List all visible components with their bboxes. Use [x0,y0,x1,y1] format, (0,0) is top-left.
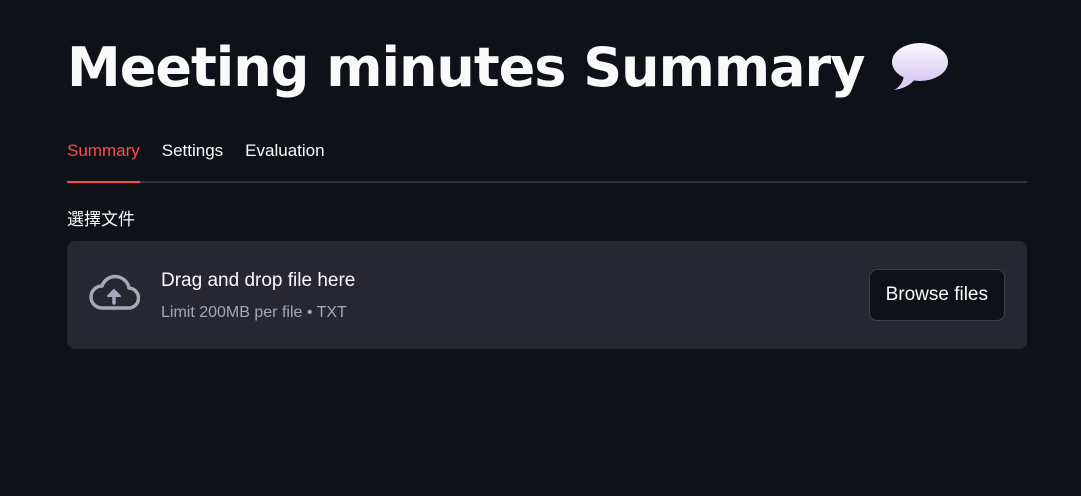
tab-bar: Summary Settings Evaluation [67,135,1027,183]
file-uploader-label: 選擇文件 [67,210,135,230]
tab-settings[interactable]: Settings [162,135,223,181]
dropzone-limit-text: Limit 200MB per file • TXT [161,304,347,321]
title-row: Meeting minutes Summary [67,34,950,102]
dropzone-instructions: Drag and drop file here Limit 200MB per … [161,267,355,325]
speech-bubble-icon [890,40,950,92]
file-dropzone[interactable]: Drag and drop file here Limit 200MB per … [67,241,1027,349]
browse-files-button[interactable]: Browse files [868,269,1005,321]
dropzone-primary-text: Drag and drop file here [161,270,356,291]
tab-evaluation[interactable]: Evaluation [245,135,324,181]
cloud-upload-icon [88,274,141,314]
tab-summary[interactable]: Summary [67,135,140,183]
page-title: Meeting minutes Summary [67,36,865,99]
